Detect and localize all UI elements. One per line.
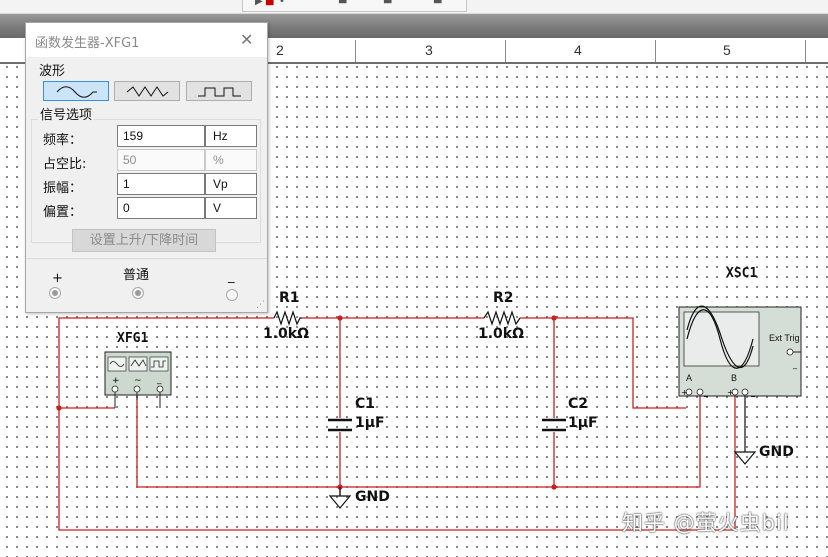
r1-value: 1.0kΩ: [263, 326, 310, 342]
rise-fall-time-button: 设置上升/下降时间: [72, 229, 216, 252]
ground-icon[interactable]: [328, 487, 352, 509]
resistor-r2[interactable]: [483, 310, 521, 326]
c2-name: C2: [568, 396, 589, 412]
junction: [551, 484, 557, 490]
plus-terminal-radio[interactable]: [49, 287, 61, 299]
junction: [337, 315, 343, 321]
common-terminal-radio[interactable]: [132, 287, 144, 299]
amplitude-input[interactable]: 1: [117, 173, 205, 195]
common-terminal-label: 普通: [123, 268, 150, 283]
frequency-label: 频率：: [43, 133, 83, 148]
svg-text:_: _: [156, 375, 162, 385]
duty-cycle-input: 50: [117, 149, 205, 171]
frequency-input[interactable]: 159: [117, 125, 205, 147]
sine-wave-icon: [56, 86, 97, 98]
xsc1-label: XSC1: [726, 266, 758, 281]
duty-cycle-label: 占空比:: [43, 157, 87, 172]
offset-label: 偏置：: [43, 205, 83, 220]
resistor-r1[interactable]: [273, 310, 302, 326]
xfg1-label: XFG1: [117, 331, 149, 346]
junction: [551, 315, 557, 321]
channel-a-label: A: [686, 373, 693, 383]
close-icon[interactable]: ✕: [240, 30, 253, 49]
function-generator-dialog: 函数发生器-XFG1 ✕ 波形 信号选项 频率： 159 Hz 占空比: 50 …: [25, 22, 268, 313]
r2-name: R2: [493, 290, 514, 306]
offset-unit-select[interactable]: V: [205, 197, 257, 219]
oscilloscope-xsc1[interactable]: + _ + _ _: [678, 305, 802, 397]
square-wave-button[interactable]: [186, 81, 252, 101]
square-wave-icon: [198, 87, 241, 97]
c1-value: 1µF: [355, 415, 385, 431]
r1-name: R1: [279, 290, 300, 306]
svg-text:+: +: [681, 388, 688, 397]
capacitor-c1[interactable]: [328, 418, 352, 432]
channel-b-label: B: [731, 373, 738, 383]
function-generator-xfg1[interactable]: + ~ _: [104, 351, 172, 408]
offset-input[interactable]: 0: [117, 197, 205, 219]
minus-terminal-radio[interactable]: [226, 289, 238, 301]
ext-trig-label: Ext Trig: [769, 333, 800, 343]
c2-value: 1µF: [568, 415, 598, 431]
dialog-title: 函数发生器-XFG1: [35, 36, 140, 51]
wires: [58, 317, 736, 531]
r2-value: 1.0kΩ: [478, 326, 525, 342]
gnd-label: GND: [759, 444, 794, 460]
gnd-label: GND: [355, 489, 390, 505]
triangle-wave-button[interactable]: [114, 81, 180, 101]
dialog-divider: [26, 258, 267, 259]
c1-name: C1: [355, 396, 376, 412]
wire[interactable]: [136, 392, 701, 488]
amplitude-unit-select[interactable]: Vp: [205, 173, 257, 195]
ground-icon[interactable]: [733, 393, 757, 465]
capacitor-c2[interactable]: [542, 418, 566, 432]
svg-text:~: ~: [134, 376, 142, 386]
resize-grip-icon[interactable]: ⋰: [256, 300, 265, 310]
dialog-titlebar[interactable]: 函数发生器-XFG1 ✕: [26, 23, 267, 57]
triangle-wave-icon: [126, 86, 169, 97]
duty-cycle-unit: %: [205, 149, 257, 171]
plus-terminal-label: +: [52, 271, 63, 286]
junction: [56, 405, 62, 411]
wire[interactable]: [520, 317, 686, 409]
minus-terminal-label: _: [228, 269, 235, 284]
svg-text:+: +: [112, 376, 120, 386]
watermark: 知乎 @萤火虫bil: [622, 511, 790, 535]
waveform-label: 波形: [39, 64, 66, 79]
frequency-unit-select[interactable]: Hz: [205, 125, 257, 147]
amplitude-label: 振幅：: [43, 181, 83, 196]
sine-wave-button[interactable]: [43, 81, 109, 101]
svg-text:+: +: [727, 388, 734, 397]
signal-options-label: 信号选项: [38, 104, 95, 123]
